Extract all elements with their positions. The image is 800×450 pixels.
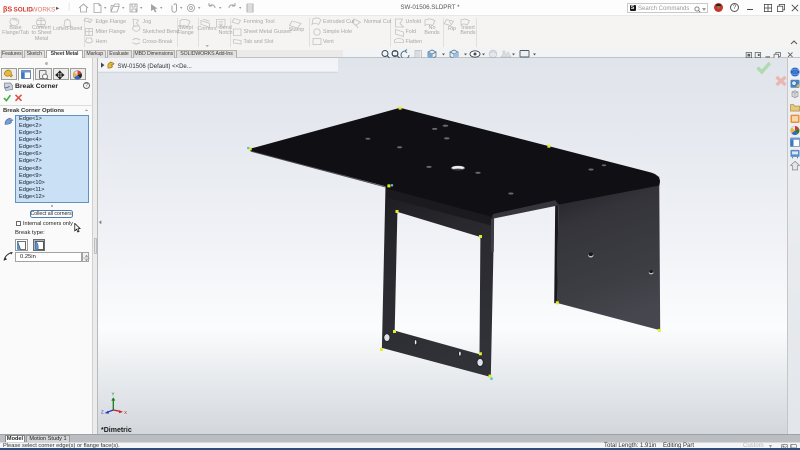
svg-text:SW-01506 (Default) <<De...: SW-01506 (Default) <<De... — [117, 64, 192, 70]
svg-text:SOLID: SOLID — [14, 6, 34, 13]
svg-text:X: X — [124, 410, 127, 415]
svg-text:βS: βS — [3, 4, 12, 13]
svg-text:Z: Z — [101, 410, 104, 415]
svg-text:Y: Y — [111, 392, 114, 397]
svg-text:WORKS: WORKS — [32, 6, 56, 13]
svg-text:*Dimetric: *Dimetric — [101, 427, 132, 434]
